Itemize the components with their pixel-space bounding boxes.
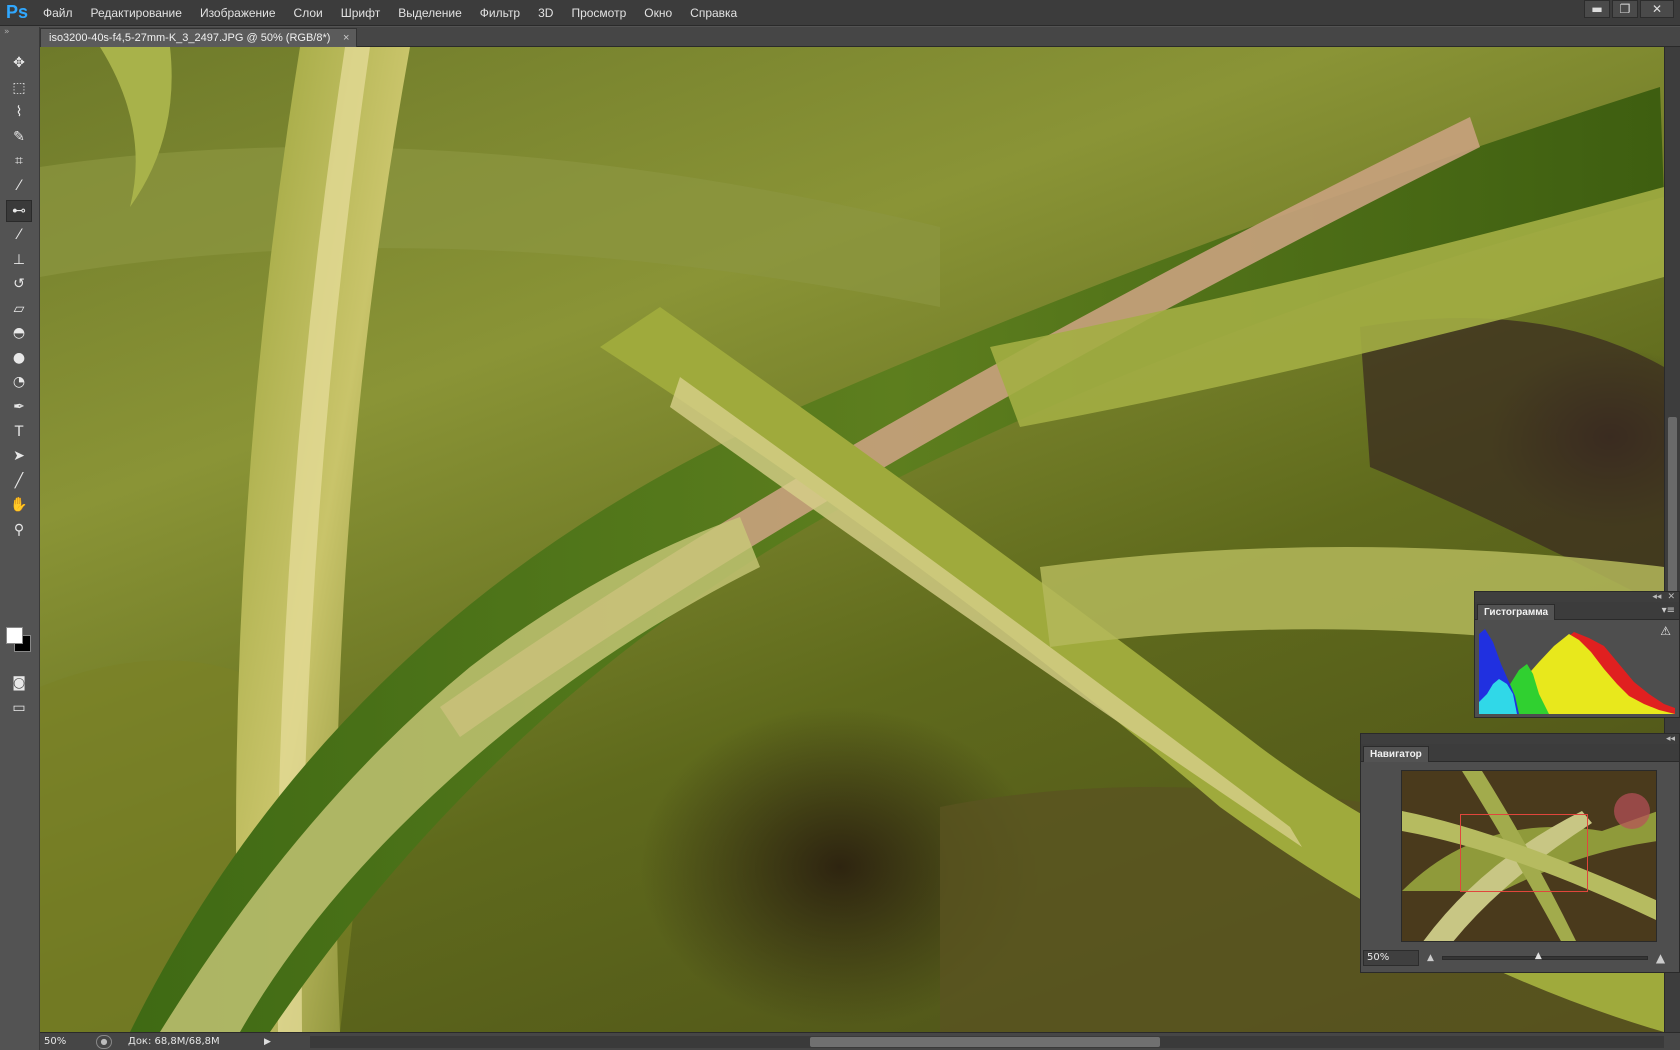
hand-tool-icon[interactable]: ✋ [6, 494, 32, 516]
close-tab-icon[interactable]: × [343, 29, 349, 47]
info-icon[interactable]: ● [96, 1034, 112, 1049]
photoshop-logo: Ps [5, 2, 29, 22]
menu-item-0[interactable]: Файл [34, 0, 82, 26]
lasso-tool-icon[interactable]: ⌇ [6, 101, 32, 123]
eraser-tool-icon[interactable]: ▱ [6, 298, 32, 320]
close-panel-icon[interactable]: ✕ [1667, 592, 1675, 602]
zoom-tool-icon[interactable]: ⚲ [6, 519, 32, 541]
menu-item-6[interactable]: Фильтр [471, 0, 529, 26]
toolbox: » ✥ ⬚ ⌇ ✎ ⌗ ⁄ ⊷ ⁄ ⊥ ↺ ▱ ◓ ● ◔ ✒ T ➤ ╱ ✋ ⚲ ◙ ▭ [0, 27, 40, 1050]
panel-top-controls: ◂◂ [1361, 734, 1679, 744]
path-selection-tool-icon[interactable]: ➤ [6, 445, 32, 467]
history-brush-tool-icon[interactable]: ↺ [6, 273, 32, 295]
status-bar: 50% ● Док: 68,8M/68,8M ▶ [40, 1032, 1680, 1050]
navigator-zoom-slider[interactable]: ▲ [1441, 951, 1648, 961]
paint-bucket-tool-icon[interactable]: ◓ [6, 322, 32, 344]
navigator-zoom-field[interactable]: 50% [1363, 950, 1419, 966]
document-tab-bar: iso3200-40s-f4,5-27mm-K_3_2497.JPG @ 50%… [40, 27, 1680, 47]
histogram-body: ⚠ [1475, 620, 1679, 717]
menu-item-3[interactable]: Слои [285, 0, 332, 26]
histogram-graph [1479, 624, 1675, 714]
status-menu-arrow-icon[interactable]: ▶ [264, 1037, 276, 1047]
menu-item-1[interactable]: Редактирование [82, 0, 191, 26]
collapse-panel-icon[interactable]: ◂◂ [1666, 734, 1675, 744]
menu-item-8[interactable]: Просмотр [562, 0, 635, 26]
menu-items: Файл Редактирование Изображение Слои Шрифт Вы… [34, 0, 746, 26]
panel-menu-icon[interactable]: ▾≡ [1662, 605, 1675, 616]
navigator-panel: ◂◂ Навигатор 50% ▲ ▲ ▲ [1360, 733, 1680, 973]
foreground-color-swatch[interactable] [6, 627, 23, 644]
eyedropper-tool-icon[interactable]: ⁄ [6, 175, 32, 197]
menu-item-4[interactable]: Шрифт [332, 0, 389, 26]
navigator-thumbnail[interactable] [1401, 770, 1657, 942]
zoom-in-icon[interactable]: ▲ [1656, 951, 1665, 965]
quick-mask-tool-icon[interactable]: ◙ [6, 672, 32, 694]
status-doc-size: Док: 68,8M/68,8M [128, 1036, 220, 1047]
screen-mode-tool-icon[interactable]: ▭ [6, 697, 32, 719]
toolbox-collapse-icon[interactable]: » [0, 27, 39, 37]
navigator-view-box[interactable] [1460, 814, 1588, 892]
horizontal-scroll-thumb[interactable] [810, 1037, 1160, 1047]
marquee-tool-icon[interactable]: ⬚ [6, 77, 32, 99]
move-tool-icon[interactable]: ✥ [6, 52, 32, 74]
brush-tool-icon[interactable]: ⁄ [6, 224, 32, 246]
clone-stamp-tool-icon[interactable]: ⊥ [6, 249, 32, 271]
minimize-button[interactable]: ▬ [1584, 0, 1610, 18]
panel-top-controls: ◂◂ ✕ [1475, 592, 1679, 602]
horizontal-scrollbar[interactable] [310, 1036, 1664, 1048]
restore-button[interactable]: ❐ [1612, 0, 1638, 18]
histogram-panel: ◂◂ ✕ Гистограмма ▾≡ ⚠ [1474, 591, 1680, 718]
menu-bar: Ps Файл Редактирование Изображение Слои Шриф… [0, 0, 1680, 26]
close-button[interactable]: ✕ [1640, 0, 1674, 18]
zoom-out-icon[interactable]: ▲ [1427, 953, 1434, 963]
dodge-tool-icon[interactable]: ◔ [6, 371, 32, 393]
navigator-footer: 50% ▲ ▲ ▲ [1361, 944, 1679, 972]
window-controls: ▬ ❐ ✕ [1582, 0, 1674, 18]
collapse-panel-icon[interactable]: ◂◂ [1652, 592, 1661, 602]
tab-navigator[interactable]: Навигатор [1363, 746, 1429, 762]
histogram-tab-row: Гистограмма ▾≡ [1475, 602, 1679, 620]
menu-item-5[interactable]: Выделение [389, 0, 471, 26]
menu-item-2[interactable]: Изображение [191, 0, 285, 26]
status-zoom[interactable]: 50% [40, 1036, 90, 1047]
blur-tool-icon[interactable]: ● [6, 347, 32, 369]
crop-tool-icon[interactable]: ⌗ [6, 150, 32, 172]
spot-healing-tool-icon[interactable]: ⊷ [6, 199, 32, 222]
document-tab-title: iso3200-40s-f4,5-27mm-K_3_2497.JPG @ 50%… [49, 32, 331, 44]
pen-tool-icon[interactable]: ✒ [6, 396, 32, 418]
menu-item-10[interactable]: Справка [681, 0, 746, 26]
type-tool-icon[interactable]: T [6, 421, 32, 443]
menu-item-9[interactable]: Окно [635, 0, 681, 26]
navigator-tab-row: Навигатор [1361, 744, 1679, 762]
navigator-zoom-slider-knob[interactable]: ▲ [1535, 951, 1542, 961]
line-tool-icon[interactable]: ╱ [6, 470, 32, 492]
menu-item-7[interactable]: 3D [529, 0, 562, 26]
quick-select-tool-icon[interactable]: ✎ [6, 126, 32, 148]
tab-histogram[interactable]: Гистограмма [1477, 604, 1556, 620]
document-tab[interactable]: iso3200-40s-f4,5-27mm-K_3_2497.JPG @ 50%… [40, 28, 358, 47]
histogram-warning-icon[interactable]: ⚠ [1660, 624, 1671, 638]
